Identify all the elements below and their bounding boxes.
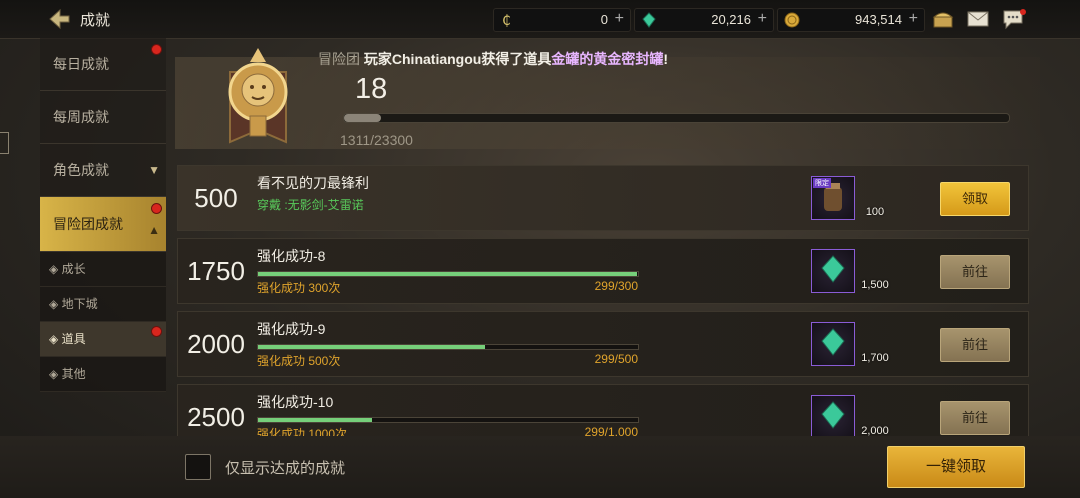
currency-crystal-value: 20,216 bbox=[711, 12, 751, 27]
achievement-points: 500 bbox=[194, 183, 238, 213]
sidebar-item-label: 每周成就 bbox=[53, 109, 109, 125]
sidebar-subitem-dungeon[interactable]: ◈ 地下城 bbox=[40, 287, 166, 322]
sidebar-subitem-other[interactable]: ◈ 其他 bbox=[40, 357, 166, 392]
checkbox-label: 仅显示达成的成就 bbox=[225, 460, 346, 477]
subitem-label: ◈ 其他 bbox=[49, 367, 86, 381]
achievement-condition: 强化成功 300次 bbox=[257, 281, 341, 295]
page-title: 成就 bbox=[80, 12, 111, 29]
level-progress-fill bbox=[344, 114, 382, 122]
achievement-name: 强化成功-10 bbox=[257, 394, 334, 410]
green-crystal-icon bbox=[821, 328, 845, 356]
ticker-item: 金罐的黄金密封罐 bbox=[551, 51, 664, 67]
goto-button[interactable]: 前往 bbox=[940, 401, 1010, 435]
reward-item[interactable]: 1,500 bbox=[811, 249, 889, 293]
coin-c-icon: ₵ bbox=[502, 13, 511, 28]
achievement-condition: 强化成功 500次 bbox=[257, 354, 341, 368]
currency-c-value: 0 bbox=[600, 12, 608, 27]
reward-tag: 限定 bbox=[813, 178, 831, 188]
gold-coin-icon bbox=[784, 12, 800, 28]
currency-crystal: 20,216 + bbox=[634, 8, 774, 32]
achievement-progress-bar bbox=[257, 344, 639, 350]
claim-button[interactable]: 领取 bbox=[940, 182, 1010, 216]
currency-gold: 943,514 + bbox=[777, 8, 925, 32]
reward-count: 1,700 bbox=[861, 352, 889, 364]
add-crystal-button[interactable]: + bbox=[758, 10, 767, 28]
goto-button[interactable]: 前往 bbox=[940, 328, 1010, 362]
sidebar-item-label: 角色成就 bbox=[53, 162, 109, 178]
achievement-progress-bar bbox=[257, 271, 639, 277]
reward-item[interactable]: 限定 100 bbox=[811, 176, 884, 220]
show-completed-checkbox[interactable] bbox=[185, 454, 211, 480]
achievement-name: 强化成功-9 bbox=[257, 321, 326, 337]
green-crystal-icon bbox=[642, 12, 656, 28]
side-handle[interactable] bbox=[0, 132, 9, 154]
bottom-bar: 仅显示达成的成就 一键领取 bbox=[0, 436, 1080, 498]
subitem-label: ◈ 道具 bbox=[49, 332, 86, 346]
achievement-points: 2000 bbox=[187, 329, 245, 359]
sidebar-subitem-growth[interactable]: ◈ 成长 bbox=[40, 252, 166, 287]
chevron-down-icon: ▼ bbox=[148, 163, 160, 177]
currency-gold-value: 943,514 bbox=[855, 12, 902, 27]
achievement-progress-count: 299/300 bbox=[594, 279, 638, 293]
currency-c: ₵ 0 + bbox=[493, 8, 631, 32]
achievement-points: 2500 bbox=[187, 402, 245, 432]
ticker-suffix: ! bbox=[663, 51, 668, 67]
reward-item[interactable]: 2,000 bbox=[811, 395, 889, 437]
reward-count: 100 bbox=[865, 206, 885, 218]
sidebar-item-label: 每日成就 bbox=[53, 56, 109, 72]
subitem-label: ◈ 成长 bbox=[49, 262, 86, 276]
reward-item[interactable]: 1,700 bbox=[811, 322, 889, 366]
sidebar: 每日成就 每周成就 角色成就 ▼ 冒险团成就 ▲ ◈ 成长 ◈ 地下城 ◈ 道具… bbox=[40, 38, 166, 392]
claim-all-button[interactable]: 一键领取 bbox=[887, 446, 1025, 488]
sidebar-item-weekly[interactable]: 每周成就 bbox=[40, 91, 166, 144]
notification-dot bbox=[151, 44, 162, 55]
lion-crest-badge-icon bbox=[228, 48, 288, 144]
chat-icon[interactable] bbox=[1002, 8, 1026, 30]
sidebar-item-character[interactable]: 角色成就 ▼ bbox=[40, 144, 166, 197]
top-bar: 成就 ₵ 0 + 20,216 + 943,514 + bbox=[0, 0, 1080, 39]
progress-fill bbox=[258, 272, 637, 276]
sidebar-item-daily[interactable]: 每日成就 bbox=[40, 38, 166, 91]
add-currency-c-button[interactable]: + bbox=[615, 10, 624, 28]
achievement-name: 强化成功-8 bbox=[257, 248, 326, 264]
green-crystal-icon bbox=[821, 255, 845, 283]
achievement-points: 1750 bbox=[187, 256, 245, 286]
progress-fill bbox=[258, 418, 372, 422]
progress-fill bbox=[258, 345, 486, 349]
chevron-up-icon: ▲ bbox=[148, 223, 160, 237]
level-progress-text: 1311/23300 bbox=[340, 132, 413, 148]
goto-button[interactable]: 前往 bbox=[940, 255, 1010, 289]
sidebar-item-adventure[interactable]: 冒险团成就 ▲ bbox=[40, 197, 166, 252]
sidebar-item-label: 冒险团成就 bbox=[53, 216, 123, 232]
broadcast-ticker: 冒险团 玩家Chinatiangou获得了道具金罐的黄金密封罐! bbox=[318, 49, 668, 69]
svg-text:₵: ₵ bbox=[502, 13, 511, 28]
treasure-chest-icon[interactable] bbox=[931, 8, 955, 30]
achievement-condition: 穿戴 :无影剑-艾雷诺 bbox=[257, 198, 364, 212]
achievement-progress-bar bbox=[257, 417, 639, 423]
ticker-prefix: 冒险团 bbox=[318, 51, 360, 67]
notification-dot bbox=[151, 326, 162, 337]
achievement-row: 500 看不见的刀最锋利 穿戴 :无影剑-艾雷诺 限定 100 领取 bbox=[177, 165, 1029, 231]
sidebar-subitem-items[interactable]: ◈ 道具 bbox=[40, 322, 166, 357]
add-gold-button[interactable]: + bbox=[909, 10, 918, 28]
achievement-row: 2000 强化成功-9 强化成功 500次 299/500 1,700 前往 bbox=[177, 311, 1029, 377]
achievement-name: 看不见的刀最锋利 bbox=[257, 175, 369, 191]
achievement-progress-count: 299/500 bbox=[594, 352, 638, 366]
level-progress-bar bbox=[343, 113, 1010, 123]
green-crystal-icon bbox=[821, 401, 845, 429]
achievement-row: 1750 强化成功-8 强化成功 300次 299/300 1,500 前往 bbox=[177, 238, 1029, 304]
back-arrow-icon[interactable] bbox=[46, 7, 72, 31]
reward-count: 1,500 bbox=[861, 279, 889, 291]
mail-icon[interactable] bbox=[966, 8, 990, 30]
ticker-text: 玩家Chinatiangou获得了道具 bbox=[363, 51, 552, 67]
achievement-row: 2500 强化成功-10 强化成功 1000次 299/1,000 2,000 … bbox=[177, 384, 1029, 438]
subitem-label: ◈ 地下城 bbox=[49, 297, 98, 311]
adventure-level: 18 bbox=[355, 73, 388, 105]
